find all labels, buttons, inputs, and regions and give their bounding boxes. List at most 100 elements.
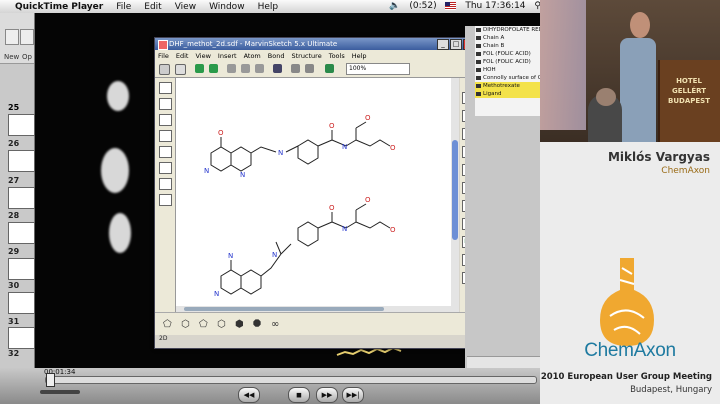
group-tool-icon[interactable] (159, 194, 172, 206)
sketch-menu-bond[interactable]: Bond (268, 52, 285, 60)
single-bond-icon[interactable] (159, 82, 172, 94)
eraser-icon[interactable] (175, 64, 186, 75)
presenter-figure (616, 12, 662, 142)
slides-panel: New Op 25 26 27 28 29 30 31 32 (0, 13, 35, 368)
zoom-all-icon[interactable] (325, 64, 334, 73)
sketch-menu-atom[interactable]: Atom (244, 52, 261, 60)
template-octagon-icon[interactable]: ⯃ (253, 319, 261, 330)
menu-window[interactable]: Window (209, 2, 245, 12)
charge-minus-icon[interactable] (159, 146, 172, 158)
event-location: Budapest, Hungary (630, 385, 712, 395)
slide-thumbnail[interactable] (8, 292, 35, 314)
template-heptagon-icon[interactable]: ⬢ (235, 319, 244, 330)
svg-text:O: O (390, 144, 396, 152)
sketch-menu-tools[interactable]: Tools (329, 52, 345, 60)
sketch-menu-insert[interactable]: Insert (218, 52, 237, 60)
volume-slider[interactable] (40, 390, 80, 394)
quicktime-video-area[interactable]: DHF_methot_2d.sdf - MarvinSketch 5.x Ult… (35, 13, 575, 381)
menu-help[interactable]: Help (258, 2, 279, 12)
select-tool-icon[interactable] (159, 64, 170, 75)
battery-status[interactable]: (0:52) (409, 1, 436, 11)
template-pentagon-icon[interactable]: ⬠ (199, 319, 208, 330)
canvas-vertical-scrollbar[interactable] (451, 78, 459, 330)
paste-icon[interactable] (255, 64, 264, 73)
sketch-canvas[interactable]: O N N N O N O O N N N O N O O (176, 78, 451, 330)
slide-number: 26 (8, 139, 20, 148)
podium-sign: HOTEL GELLÉRT BUDAPEST (668, 77, 710, 105)
dimension-mode[interactable]: 2D (159, 335, 167, 342)
sketch-menu-edit[interactable]: Edit (176, 52, 189, 60)
new-document-icon[interactable] (5, 29, 19, 45)
template-fused-ring-icon[interactable]: ∞ (271, 319, 279, 330)
horizontal-scroll-thumb[interactable] (184, 307, 384, 311)
sketch-menu-help[interactable]: Help (352, 52, 367, 60)
redo-icon[interactable] (209, 64, 218, 73)
svg-text:N: N (342, 225, 347, 233)
benzene-ring-2 (297, 221, 319, 247)
sketch-tools-column (155, 78, 176, 328)
bracket-tool-icon[interactable] (159, 178, 172, 190)
slide-number: 28 (8, 211, 20, 220)
sketch-titlebar[interactable]: DHF_methot_2d.sdf - MarvinSketch 5.x Ult… (155, 38, 477, 50)
vertical-scroll-thumb[interactable] (452, 140, 458, 240)
fast-forward-button[interactable]: ▶▶ (316, 387, 338, 403)
charge-plus-icon[interactable] (159, 130, 172, 142)
template-hexagon-icon[interactable]: ⬡ (217, 319, 226, 330)
sketch-menu-file[interactable]: File (158, 52, 169, 60)
slide-thumbnail[interactable] (8, 150, 35, 172)
cut-icon[interactable] (227, 64, 236, 73)
slide-number: 31 (8, 317, 20, 326)
protein-render (109, 213, 131, 253)
minimize-button[interactable]: _ (437, 39, 449, 50)
svg-text:N: N (240, 171, 245, 179)
template-pentagon-icon[interactable]: ⬠ (163, 319, 172, 330)
zoom-select[interactable]: 100% (346, 63, 410, 75)
presenter-video: HOTEL GELLÉRT BUDAPEST (540, 0, 720, 142)
playhead[interactable] (46, 373, 55, 387)
text-tool-icon[interactable] (159, 114, 172, 126)
svg-text:N: N (278, 149, 283, 157)
sketch-menu-structure[interactable]: Structure (291, 52, 321, 60)
svg-text:O: O (365, 114, 371, 122)
svg-text:O: O (218, 129, 224, 137)
undo-icon[interactable] (195, 64, 204, 73)
input-flag-icon[interactable] (445, 1, 457, 10)
slide-thumbnail[interactable] (8, 327, 35, 349)
slide-number: 30 (8, 281, 20, 290)
svg-text:N: N (228, 252, 233, 260)
slide-thumbnail[interactable] (8, 114, 35, 136)
menu-view[interactable]: View (175, 2, 196, 12)
sketch-menu-view[interactable]: View (195, 52, 210, 60)
scrub-bar[interactable] (45, 376, 537, 384)
slide-number: 27 (8, 176, 20, 185)
template-hexagon-icon[interactable]: ⬡ (181, 319, 190, 330)
app-menu[interactable]: QuickTime Player (15, 2, 103, 12)
slides-toolbar: New Op (0, 13, 34, 64)
menu-edit[interactable]: Edit (144, 2, 161, 12)
svg-text:N: N (272, 251, 277, 259)
menu-file[interactable]: File (116, 2, 131, 12)
svg-text:O: O (390, 226, 396, 234)
chain-tool-icon[interactable] (159, 98, 172, 110)
skip-end-button[interactable]: ▶▶| (342, 387, 364, 403)
volume-icon[interactable]: 🔈 (389, 1, 400, 11)
slide-thumbnail[interactable] (8, 258, 35, 280)
sketch-menubar: File Edit View Insert Atom Bond Structur… (155, 50, 477, 61)
slide-thumbnail[interactable] (8, 222, 35, 244)
zoom-out-icon[interactable] (291, 64, 300, 73)
marvinsketch-window: DHF_methot_2d.sdf - MarvinSketch 5.x Ult… (154, 37, 478, 349)
zoom-in-icon[interactable] (305, 64, 314, 73)
slide-thumbnail[interactable] (8, 187, 35, 209)
copy-icon[interactable] (241, 64, 250, 73)
maximize-button[interactable]: □ (450, 39, 462, 50)
molecule-drawing: O N N N O N O O N N N O N O O (204, 114, 396, 298)
stop-button[interactable]: ◼ (288, 387, 310, 403)
rewind-button[interactable]: ◀◀ (238, 387, 260, 403)
menu-clock[interactable]: Thu 17:36:14 (465, 1, 525, 11)
speaker-company: ChemAxon (661, 166, 710, 176)
clean-2d-icon[interactable] (273, 64, 282, 73)
mac-menubar: QuickTime Player File Edit View Window H… (0, 0, 545, 14)
pteridine-ring-c (220, 269, 242, 295)
arrow-tool-icon[interactable] (159, 162, 172, 174)
open-document-icon[interactable] (20, 29, 34, 45)
